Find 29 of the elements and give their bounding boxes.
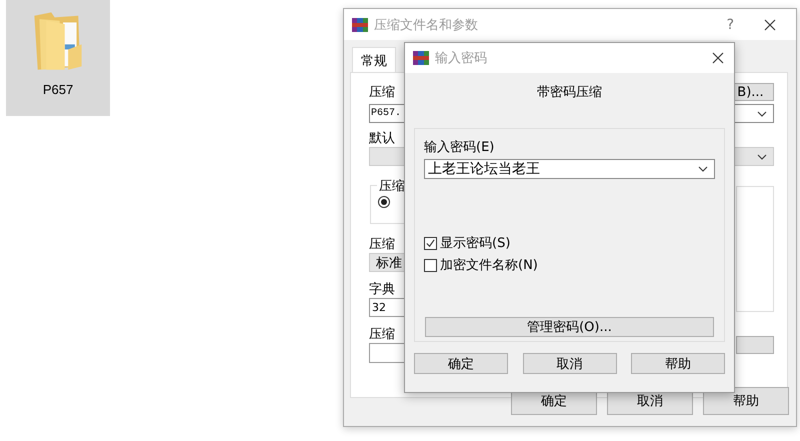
checkbox-label: 加密文件名称(N): [440, 257, 538, 274]
field-label: 输入密码(E): [424, 139, 496, 156]
close-icon[interactable]: [764, 18, 776, 30]
field-label: 默认: [369, 130, 395, 147]
chevron-icon: [698, 166, 708, 172]
field-label: 字典: [369, 281, 395, 298]
dialog-button[interactable]: 取消: [522, 353, 616, 374]
manage-passwords-button[interactable]: 管理密码(O)...: [425, 317, 714, 337]
dialog-button[interactable]: 帮助: [703, 387, 789, 415]
dialog-heading: 带密码压缩: [536, 84, 603, 102]
field-label: 压缩: [369, 84, 395, 101]
password-field[interactable]: 上老王论坛当老王: [424, 159, 715, 179]
window-title: 输入密码: [435, 50, 488, 67]
chevron-icon: [757, 110, 767, 116]
desktop-folder[interactable]: P657: [6, 0, 110, 116]
dialog-button[interactable]: 帮助: [631, 353, 725, 374]
close-icon[interactable]: [712, 52, 724, 64]
tab[interactable]: 常规: [352, 47, 396, 72]
checkbox[interactable]: [424, 236, 437, 250]
checkbox-label: 显示密码(S): [440, 235, 510, 252]
field-label: 压缩: [369, 236, 395, 253]
chevron-icon: [757, 154, 767, 160]
folder-name: P657: [42, 82, 74, 97]
dialog-button[interactable]: 确定: [414, 353, 508, 374]
help-button[interactable]: ?: [726, 16, 734, 32]
field-label: 压缩: [369, 326, 395, 343]
checkbox[interactable]: [424, 258, 437, 272]
radio-button[interactable]: [378, 196, 390, 208]
window-title: 压缩文件名和参数: [374, 16, 479, 34]
